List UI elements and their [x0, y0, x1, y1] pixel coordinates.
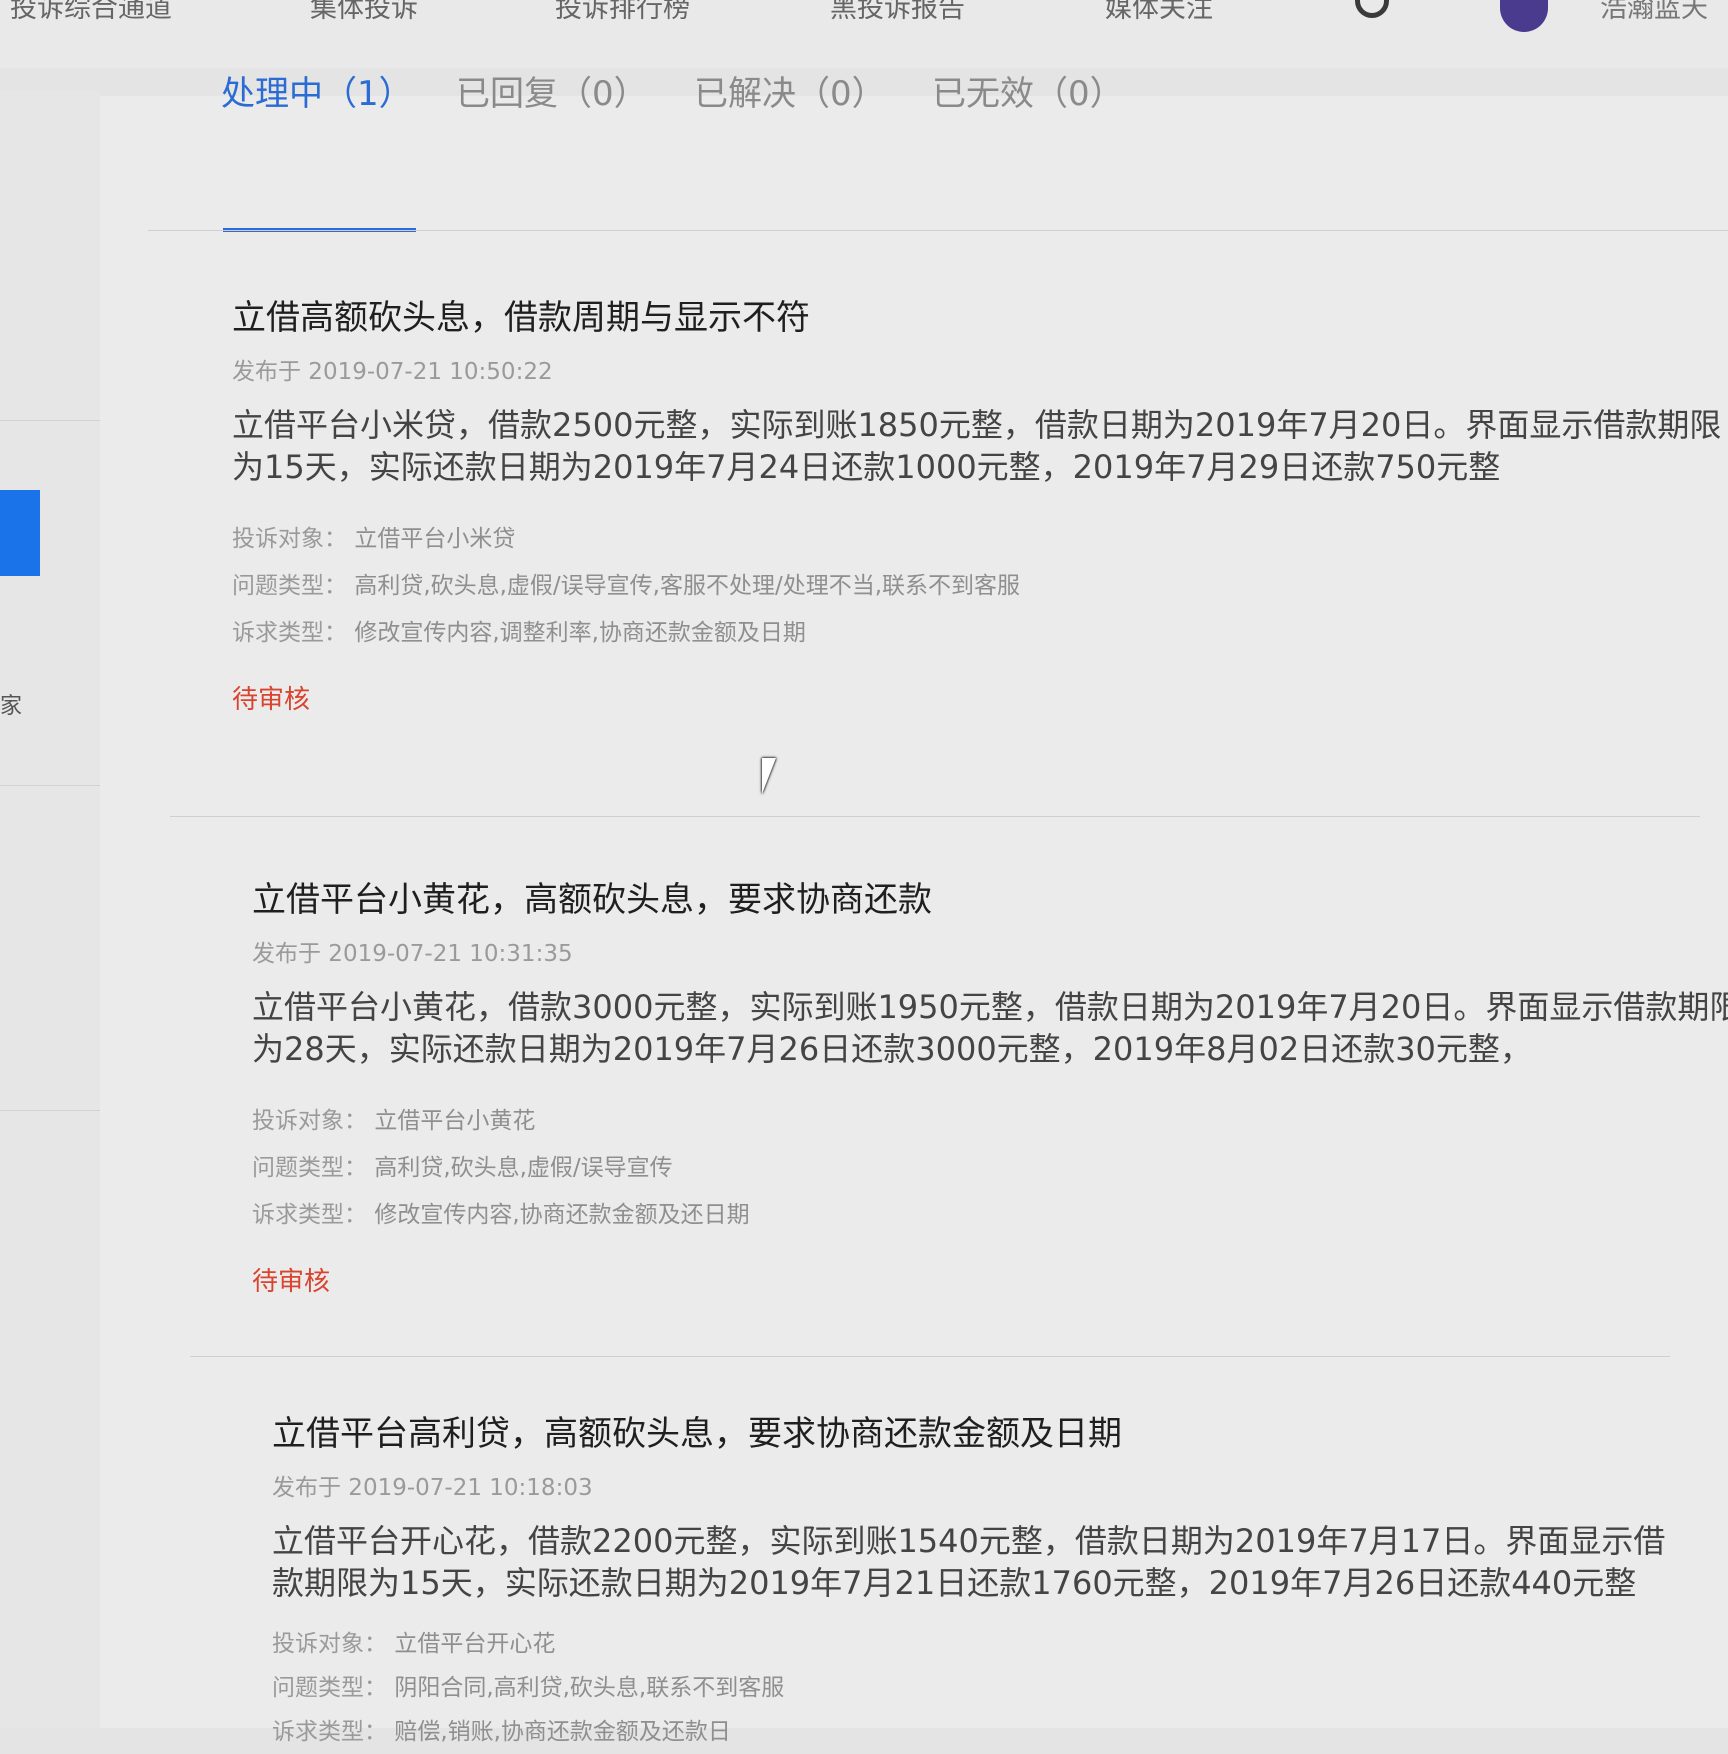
complaint-fields: 投诉对象： 立借平台小米贷 问题类型： 高利贷,砍头息,虚假/误导宣传,客服不处…: [232, 516, 1728, 657]
complaint-issue-row: 问题类型： 高利贷,砍头息,虚假/误导宣传,客服不处理/处理不当,联系不到客服: [232, 563, 1728, 610]
complaint-demand-label: 诉求类型：: [252, 1202, 367, 1228]
complaint-title[interactable]: 立借平台小黄花，高额砍头息，要求协商还款: [252, 878, 1728, 922]
nav-item-complaint-channel[interactable]: 投诉综合通道: [10, 0, 172, 25]
complaint-issue-label: 问题类型：: [272, 1675, 387, 1701]
complaint-published-time: 发布于 2019-07-21 10:50:22: [232, 359, 553, 385]
sidebar: [0, 90, 100, 1728]
complaint-issues: 阴阳合同,高利贷,砍头息,联系不到客服: [394, 1675, 785, 1701]
sidebar-divider: [0, 785, 100, 786]
sidebar-item-label[interactable]: 家: [0, 688, 22, 720]
tab-replied[interactable]: 已回复（0）: [456, 66, 648, 115]
status-badge: 待审核: [252, 1267, 331, 1297]
complaint-issue-row: 问题类型： 阴阳合同,高利贷,砍头息,联系不到客服: [272, 1666, 1728, 1710]
complaint-issue-row: 问题类型： 高利贷,砍头息,虚假/误导宣传: [252, 1145, 1728, 1192]
complaint-fields: 投诉对象： 立借平台开心花 问题类型： 阴阳合同,高利贷,砍头息,联系不到客服 …: [272, 1622, 1728, 1754]
tab-invalid[interactable]: 已无效（0）: [932, 66, 1124, 115]
complaint-issues: 高利贷,砍头息,虚假/误导宣传,客服不处理/处理不当,联系不到客服: [354, 573, 1021, 599]
complaint-title[interactable]: 立借高额砍头息，借款周期与显示不符: [232, 296, 1728, 340]
complaint-issue-label: 问题类型：: [252, 1155, 367, 1181]
complaint-demand-label: 诉求类型：: [232, 620, 347, 646]
nav-item-black-report[interactable]: 黑投诉报告: [830, 0, 965, 25]
complaint-target-label: 投诉对象：: [272, 1631, 387, 1657]
complaint-card[interactable]: 立借高额砍头息，借款周期与显示不符 发布于 2019-07-21 10:50:2…: [232, 296, 1728, 716]
tabs-divider: [148, 230, 1728, 231]
complaint-demand-row: 诉求类型： 修改宣传内容,调整利率,协商还款金额及日期: [232, 610, 1728, 657]
complaint-published-time: 发布于 2019-07-21 10:31:35: [252, 941, 573, 967]
nav-item-group-complaint[interactable]: 集体投诉: [310, 0, 418, 25]
status-badge: 待审核: [232, 685, 311, 715]
complaint-target-label: 投诉对象：: [232, 526, 347, 552]
complaint-title[interactable]: 立借平台高利贷，高额砍头息，要求协商还款金额及日期: [272, 1412, 1728, 1456]
sidebar-divider: [0, 420, 100, 421]
complaint-issues: 高利贷,砍头息,虚假/误导宣传: [374, 1155, 673, 1181]
nav-item-media-attention[interactable]: 媒体关注: [1105, 0, 1213, 25]
sidebar-active-indicator: [0, 490, 40, 576]
card-divider: [190, 1356, 1670, 1357]
complaint-target: 立借平台小黄花: [374, 1108, 536, 1134]
complaint-fields: 投诉对象： 立借平台小黄花 问题类型： 高利贷,砍头息,虚假/误导宣传 诉求类型…: [252, 1098, 1728, 1239]
mouse-cursor-icon: [762, 758, 776, 794]
complaint-demands: 修改宣传内容,协商还款金额及还日期: [374, 1202, 750, 1228]
complaint-demand-row: 诉求类型： 赔偿,销账,协商还款金额及还款日: [272, 1710, 1728, 1754]
complaint-card[interactable]: 立借平台小黄花，高额砍头息，要求协商还款 发布于 2019-07-21 10:3…: [252, 878, 1728, 1298]
complaint-published-time: 发布于 2019-07-21 10:18:03: [272, 1475, 593, 1501]
avatar[interactable]: [1500, 0, 1548, 32]
complaint-card[interactable]: 立借平台高利贷，高额砍头息，要求协商还款金额及日期 发布于 2019-07-21…: [272, 1412, 1728, 1754]
complaint-issue-label: 问题类型：: [232, 573, 347, 599]
complaint-demand-label: 诉求类型：: [272, 1719, 387, 1745]
status-tabs: 处理中（1） 已回复（0） 已解决（0） 已无效（0）: [120, 50, 1720, 134]
complaint-target-label: 投诉对象：: [252, 1108, 367, 1134]
complaint-target-row: 投诉对象： 立借平台小黄花: [252, 1098, 1728, 1145]
card-divider: [170, 816, 1700, 817]
complaint-target: 立借平台开心花: [394, 1631, 556, 1657]
user-name[interactable]: 浩瀚蓝天: [1600, 0, 1708, 25]
complaint-target-row: 投诉对象： 立借平台开心花: [272, 1622, 1728, 1666]
complaint-target: 立借平台小米贷: [354, 526, 516, 552]
complaint-description: 立借平台小米贷，借款2500元整，实际到账1850元整，借款日期为2019年7月…: [232, 406, 1722, 486]
tab-processing[interactable]: 处理中（1）: [221, 66, 413, 115]
search-icon[interactable]: [1355, 0, 1389, 18]
tab-resolved[interactable]: 已解决（0）: [694, 66, 886, 115]
complaint-description: 立借平台开心花，借款2200元整，实际到账1540元整，借款日期为2019年7月…: [272, 1522, 1666, 1602]
complaint-demands: 赔偿,销账,协商还款金额及还款日: [394, 1719, 731, 1745]
complaint-demand-row: 诉求类型： 修改宣传内容,协商还款金额及还日期: [252, 1192, 1728, 1239]
complaint-demands: 修改宣传内容,调整利率,协商还款金额及日期: [354, 620, 806, 646]
complaint-target-row: 投诉对象： 立借平台小米贷: [232, 516, 1728, 563]
sidebar-divider: [0, 1110, 100, 1111]
complaint-description: 立借平台小黄花，借款3000元整，实际到账1950元整，借款日期为2019年7月…: [252, 988, 1728, 1068]
nav-item-complaint-ranking[interactable]: 投诉排行榜: [555, 0, 690, 25]
